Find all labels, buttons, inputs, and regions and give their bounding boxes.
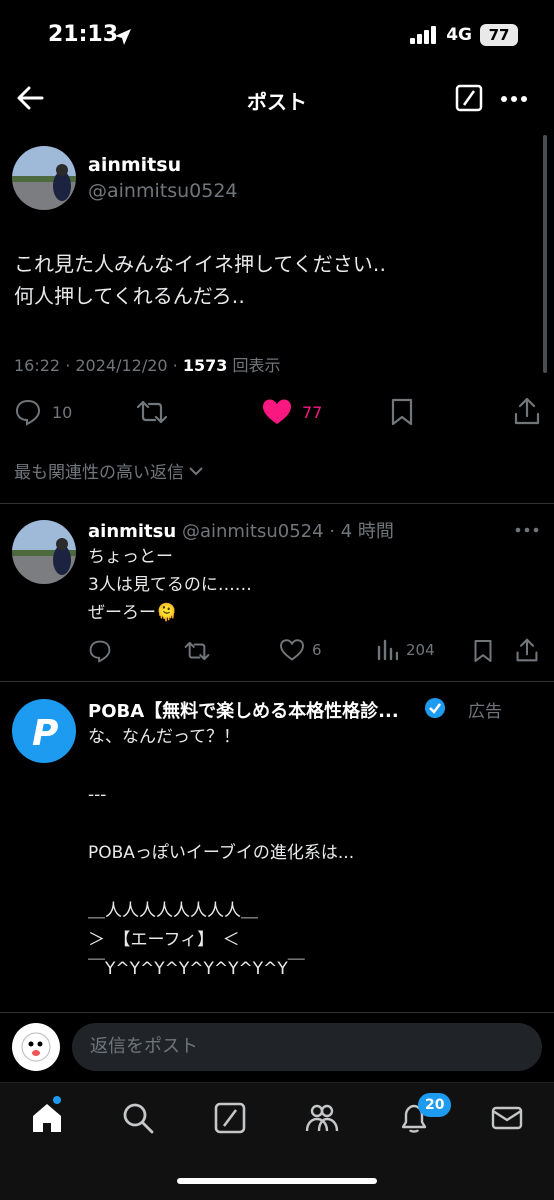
- analytics-icon: [377, 639, 398, 661]
- ad-label: 広告: [468, 702, 502, 722]
- view-count: 1573: [182, 356, 228, 375]
- like-count: 77: [302, 402, 323, 422]
- reply-item[interactable]: ainmitsu @ainmitsu0524 · 4 時間 ちょっとー 3人は見…: [0, 505, 554, 681]
- post-text: これ見た人みんなイイネ押してください‥ 何人押してくれるんだろ‥: [14, 252, 387, 308]
- reply-header: ainmitsu @ainmitsu0524 · 4 時間: [88, 517, 394, 543]
- chevron-down-icon: [189, 466, 203, 475]
- reply-author-handle[interactable]: @ainmitsu0524: [182, 521, 324, 542]
- divider: [0, 503, 554, 504]
- post-time: 16:22 · 2024/12/20 ·: [14, 356, 183, 375]
- repost-icon[interactable]: [136, 398, 168, 426]
- promoted-post[interactable]: P POBA【無料で楽しめる本格性格診... 広告 な、なんだって？！ --- …: [0, 683, 554, 1010]
- top-header: ポスト: [0, 70, 554, 128]
- reply-sort-dropdown[interactable]: 最も関連性の高い返信: [14, 458, 204, 483]
- post-meta: 16:22 · 2024/12/20 · 1573 回表示: [14, 352, 280, 376]
- more-options-icon[interactable]: [500, 85, 528, 113]
- home-new-dot-icon: [53, 1096, 61, 1104]
- communities-icon[interactable]: [305, 1101, 339, 1135]
- post-actions: 10 77: [0, 392, 554, 432]
- heart-filled-icon: [263, 399, 291, 424]
- advertiser-name[interactable]: POBA【無料で楽しめる本格性格診...: [88, 697, 418, 723]
- battery-icon: 77: [480, 24, 518, 46]
- bookmark-icon[interactable]: [390, 398, 414, 426]
- share-icon[interactable]: [513, 396, 541, 426]
- main-post: ainmitsu @ainmitsu0524 これ見た人みんなイイネ押してくださ…: [0, 130, 554, 502]
- grok-icon[interactable]: [455, 84, 483, 112]
- ad-text: な、なんだって？！ --- POBAっぽいイーブイの進化系は... ＿人人人人人…: [88, 727, 355, 979]
- reply-author-name[interactable]: ainmitsu: [88, 521, 176, 542]
- reply-like-count: 6: [312, 641, 322, 659]
- divider: [0, 681, 554, 682]
- my-avatar[interactable]: [12, 1023, 60, 1071]
- reply-view-count: 204: [406, 641, 435, 659]
- grok-tab-icon[interactable]: [213, 1101, 247, 1135]
- avatar[interactable]: [12, 146, 76, 210]
- reply-time: · 4 時間: [329, 521, 394, 542]
- status-time: 21:13: [48, 22, 119, 47]
- heart-icon: [280, 639, 304, 661]
- reply-icon: [15, 399, 41, 426]
- reply-like-action[interactable]: 6: [280, 639, 322, 661]
- reply-text: ちょっとー 3人は見てるのに‥‥‥ ぜーろー🫠: [88, 547, 252, 623]
- reply-input[interactable]: 返信をポスト: [72, 1023, 542, 1071]
- home-indicator[interactable]: [177, 1178, 377, 1184]
- home-icon[interactable]: [30, 1101, 64, 1135]
- search-icon[interactable]: [121, 1101, 155, 1135]
- advertiser-avatar[interactable]: P: [12, 699, 76, 763]
- location-arrow-icon: [115, 29, 131, 45]
- reply-avatar[interactable]: [12, 520, 76, 584]
- view-label: 回表示: [232, 356, 281, 375]
- svg-text:P: P: [32, 713, 58, 754]
- bookmark-icon[interactable]: [473, 639, 493, 663]
- reply-actions: 6 204: [0, 637, 554, 667]
- notifications-badge: 20: [418, 1093, 452, 1117]
- author-handle[interactable]: @ainmitsu0524: [88, 180, 238, 202]
- reply-action[interactable]: 10: [14, 398, 72, 426]
- reply-more-icon[interactable]: [515, 525, 539, 535]
- verified-badge-icon: [425, 698, 445, 718]
- reply-icon[interactable]: [88, 639, 112, 663]
- author-name[interactable]: ainmitsu: [88, 154, 181, 176]
- reply-count: 10: [52, 402, 73, 422]
- like-action[interactable]: 77: [262, 398, 322, 426]
- status-bar: 21:13 4G 77: [0, 0, 554, 70]
- repost-icon[interactable]: [184, 639, 210, 663]
- reply-composer: 返信をポスト: [0, 1012, 554, 1080]
- sort-label: 最も関連性の高い返信: [14, 463, 184, 483]
- reply-views-action[interactable]: 204: [376, 639, 435, 661]
- signal-icon: [410, 26, 437, 44]
- share-icon[interactable]: [515, 637, 539, 663]
- messages-icon[interactable]: [490, 1101, 524, 1135]
- network-type: 4G: [446, 25, 472, 45]
